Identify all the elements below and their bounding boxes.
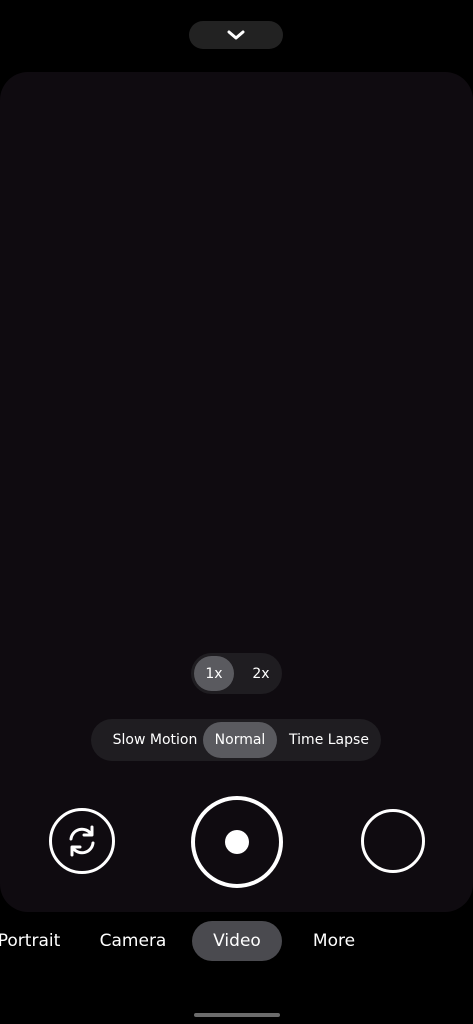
camera-viewfinder[interactable] <box>0 72 473 912</box>
mode-portrait[interactable]: Portrait <box>0 921 64 961</box>
rotate-camera-icon <box>69 825 95 857</box>
speed-option-slow-motion[interactable]: Slow Motion <box>101 722 209 758</box>
zoom-option-1x[interactable]: 1x <box>194 656 234 691</box>
mode-more[interactable]: More <box>306 921 362 961</box>
switch-camera-button[interactable] <box>49 808 115 874</box>
record-button[interactable] <box>191 796 283 888</box>
mode-video[interactable]: Video <box>192 921 282 961</box>
chevron-down-icon <box>227 30 245 40</box>
zoom-selector: 1x 2x <box>191 653 282 694</box>
gallery-thumbnail-button[interactable] <box>361 809 425 873</box>
zoom-option-2x[interactable]: 2x <box>241 656 281 691</box>
home-indicator[interactable] <box>194 1013 280 1017</box>
record-dot-icon <box>225 830 249 854</box>
speed-option-time-lapse[interactable]: Time Lapse <box>281 722 377 758</box>
mode-camera[interactable]: Camera <box>97 921 169 961</box>
expand-settings-button[interactable] <box>189 21 283 49</box>
speed-option-normal[interactable]: Normal <box>203 722 277 758</box>
video-speed-selector: Slow Motion Normal Time Lapse <box>91 719 381 761</box>
